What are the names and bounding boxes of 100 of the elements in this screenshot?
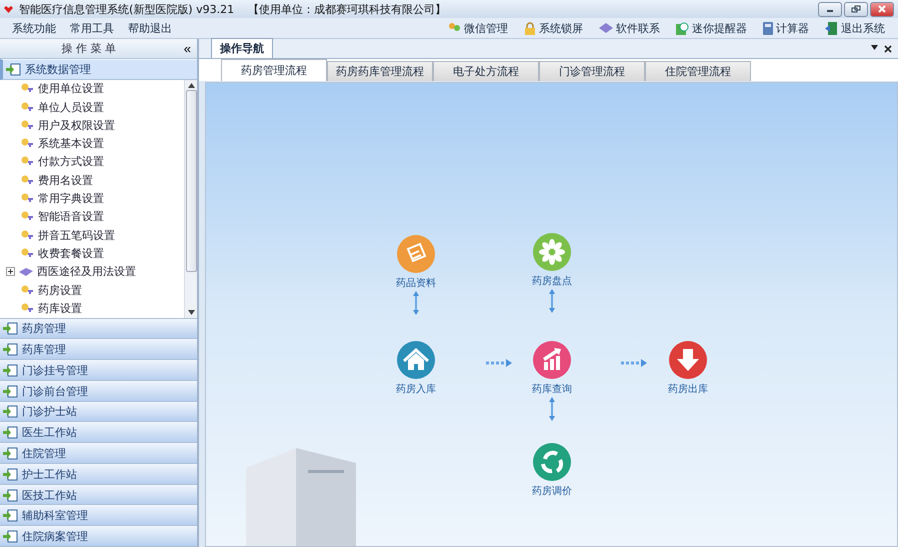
- flow-tab[interactable]: 住院管理流程: [645, 61, 751, 81]
- menu-group[interactable]: 辅助科室管理: [0, 505, 197, 526]
- folder-arrow-icon: [3, 405, 18, 418]
- folder-arrow-icon: [3, 343, 18, 356]
- toolbar-button[interactable]: 系统锁屏: [517, 20, 590, 36]
- book-icon: [19, 266, 33, 278]
- menu-item[interactable]: 拼音五笔码设置: [0, 226, 184, 244]
- menu-item[interactable]: 西医途径及用法设置: [0, 262, 184, 281]
- menu-group[interactable]: 药房管理: [0, 318, 197, 340]
- menu-group[interactable]: 医生工作站: [0, 422, 197, 444]
- flow-node[interactable]: 药房盘点: [517, 233, 587, 288]
- organization-label: 【使用单位：成都赛珂琪科技有限公司】: [248, 2, 446, 16]
- diamond-icon: [599, 23, 613, 33]
- menu-item[interactable]: 智能语音设置: [0, 208, 184, 226]
- key-icon: [21, 302, 34, 314]
- expander-button[interactable]: [6, 267, 15, 276]
- padlock-icon: [524, 22, 536, 34]
- sidebar-title: 操 作 菜 单: [60, 40, 118, 56]
- menu-item[interactable]: 帮助退出: [122, 20, 178, 36]
- menu-group[interactable]: 药库管理: [0, 339, 197, 360]
- flow-node[interactable]: 药房调价: [517, 443, 587, 498]
- flow-tab[interactable]: 门诊管理流程: [539, 61, 645, 81]
- folder-arrow-icon: [3, 364, 18, 377]
- menu-item[interactable]: 付款方式设置: [0, 152, 184, 172]
- restore-icon: [851, 5, 861, 13]
- right-arrow-icon: [486, 359, 512, 367]
- flow-node[interactable]: 药房出库: [653, 341, 723, 396]
- document-tab[interactable]: 操作导航: [211, 38, 273, 58]
- flow-node[interactable]: 药房入库: [381, 341, 451, 396]
- menu-group[interactable]: 住院病案管理: [0, 526, 197, 547]
- menu-group[interactable]: 门诊挂号管理: [0, 360, 197, 381]
- menu-item[interactable]: 药库设置: [0, 299, 184, 318]
- toolbar-button[interactable]: 迷你提醒器: [669, 20, 754, 36]
- key-icon: [21, 248, 34, 259]
- right-arrow-icon: [621, 359, 647, 367]
- key-icon: [21, 193, 34, 204]
- collapse-button[interactable]: «: [178, 40, 197, 56]
- folder-arrow-icon: [3, 447, 18, 460]
- flower-icon: [533, 233, 571, 271]
- menu-item[interactable]: 收费套餐设置: [0, 244, 184, 263]
- key-icon: [21, 156, 34, 168]
- menu-group[interactable]: 住院管理: [0, 443, 197, 464]
- scrollbar[interactable]: [184, 80, 197, 318]
- double-arrow-icon: [548, 397, 556, 421]
- folder-arrow-icon: [3, 509, 18, 522]
- key-icon: [21, 284, 34, 296]
- menu-item[interactable]: 常用字典设置: [0, 189, 184, 208]
- menu-item[interactable]: 系统功能: [6, 20, 62, 36]
- menu-group[interactable]: 门诊护士站: [0, 402, 197, 422]
- scroll-down-icon[interactable]: [188, 310, 194, 315]
- house-icon: [397, 341, 435, 379]
- toolbar-button[interactable]: 退出系统: [818, 20, 892, 36]
- toolbar-button[interactable]: 微信管理: [440, 20, 515, 36]
- menu-item[interactable]: 系统基本设置: [0, 134, 184, 153]
- menu-group[interactable]: 系统数据管理: [0, 58, 197, 80]
- toolbar-button[interactable]: 软件联系: [592, 20, 667, 36]
- folder-arrow-icon: [3, 384, 18, 398]
- close-icon[interactable]: [884, 44, 892, 52]
- key-icon: [21, 211, 34, 222]
- menu-group[interactable]: 医技工作站: [0, 484, 197, 506]
- recycle-icon: [533, 443, 571, 481]
- flow-tab[interactable]: 药房药库管理流程: [327, 61, 433, 81]
- restore-button[interactable]: [844, 2, 868, 16]
- key-icon: [21, 102, 34, 112]
- menu-group[interactable]: 门诊前台管理: [0, 380, 197, 402]
- flow-node[interactable]: 药品资料: [381, 235, 451, 290]
- folder-arrow-icon: [3, 488, 18, 502]
- toolbar-button[interactable]: 计算器: [756, 20, 816, 36]
- menu-item[interactable]: 用户及权限设置: [0, 116, 184, 134]
- minimize-button[interactable]: [818, 2, 842, 16]
- flow-tab[interactable]: 药房管理流程: [221, 59, 327, 81]
- flow-node[interactable]: 药库查询: [517, 341, 587, 396]
- folder-arrow-icon: [3, 468, 18, 481]
- menu-item[interactable]: 使用单位设置: [0, 80, 184, 98]
- key-icon: [21, 120, 34, 131]
- close-icon: [877, 5, 887, 13]
- calculator-icon: [763, 22, 773, 34]
- close-button[interactable]: [870, 2, 894, 16]
- flow-tab[interactable]: 电子处方流程: [433, 61, 539, 81]
- folder-arrow-icon: [3, 530, 18, 544]
- exit-door-icon: [825, 22, 838, 34]
- menu-item[interactable]: 药房设置: [0, 280, 184, 300]
- key-icon: [21, 230, 34, 241]
- bar-chart-icon: [533, 341, 571, 379]
- double-arrow-icon: [412, 291, 420, 315]
- folder-arrow-icon: [3, 322, 18, 336]
- window-title: 智能医疗信息管理系统(新型医院版) v93.21: [19, 2, 234, 16]
- key-icon: [21, 83, 34, 94]
- menu-group[interactable]: 护士工作站: [0, 464, 197, 485]
- folder-arrow-icon: [6, 62, 21, 76]
- menu-item[interactable]: 常用工具: [64, 20, 120, 36]
- dropdown-icon[interactable]: [871, 44, 878, 50]
- folder-arrow-icon: [3, 426, 18, 440]
- key-icon: [21, 174, 34, 186]
- key-icon: [21, 138, 34, 150]
- app-logo-icon: [4, 4, 13, 14]
- double-arrow-icon: [548, 289, 556, 313]
- menu-item[interactable]: 费用名设置: [0, 171, 184, 190]
- menu-item[interactable]: 单位人员设置: [0, 98, 184, 116]
- document-icon: [397, 235, 435, 273]
